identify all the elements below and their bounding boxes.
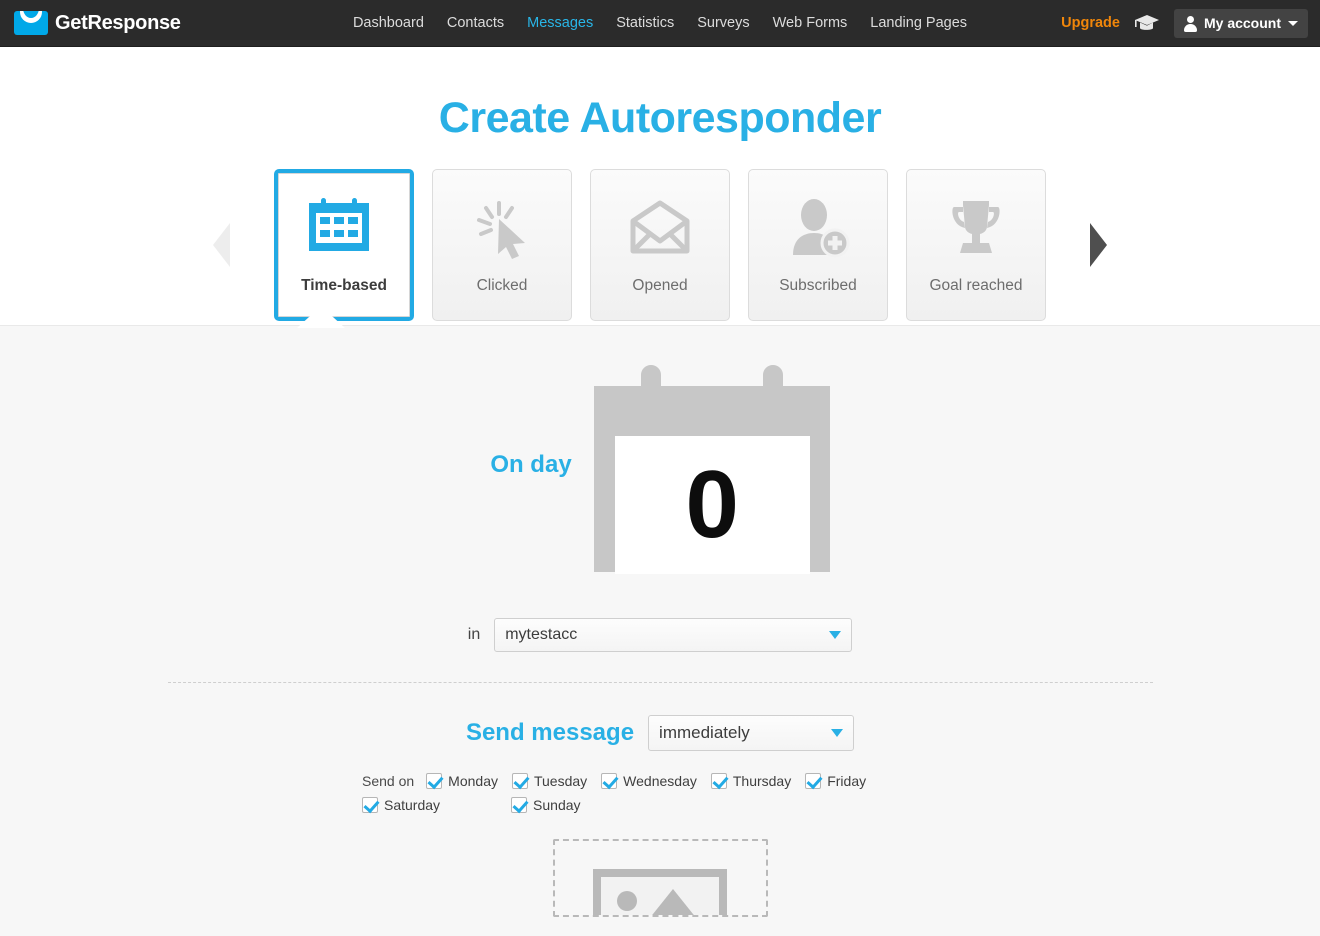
selected-tab-pointer xyxy=(297,306,345,328)
graduation-cap-icon[interactable] xyxy=(1134,12,1160,34)
checkmark-icon xyxy=(710,773,727,789)
nav-item-contacts[interactable]: Contacts xyxy=(447,15,504,31)
checkmark-icon xyxy=(511,773,528,789)
day-label: Thursday xyxy=(732,773,792,789)
checkbox-friday[interactable]: Friday xyxy=(805,769,866,793)
checkmark-icon xyxy=(362,797,378,813)
image-placeholder-icon xyxy=(593,869,727,915)
tab-label: Clicked xyxy=(476,277,528,294)
user-add-icon xyxy=(783,195,853,261)
day-number-value: 0 xyxy=(685,451,739,558)
brand-name: GetResponse xyxy=(55,11,181,34)
day-label: Sunday xyxy=(533,797,581,813)
chevron-down-icon xyxy=(829,631,842,639)
navbar-right-group: Upgrade My account xyxy=(1061,8,1308,38)
user-avatar-icon xyxy=(1183,15,1197,32)
checkbox-saturday[interactable]: Saturday xyxy=(362,793,440,817)
tab-label: Time-based xyxy=(301,277,387,294)
day-label: Wednesday xyxy=(623,773,697,789)
account-select[interactable]: mytestacc xyxy=(494,618,853,652)
day-label: Tuesday xyxy=(533,773,588,789)
nav-item-dashboard[interactable]: Dashboard xyxy=(353,15,424,31)
upgrade-link[interactable]: Upgrade xyxy=(1061,15,1120,31)
my-account-label: My account xyxy=(1203,15,1281,31)
tab-label: Goal reached xyxy=(929,277,1023,294)
checkmark-icon xyxy=(426,773,443,789)
calendar-icon xyxy=(309,195,379,261)
nav-item-landing-pages[interactable]: Landing Pages xyxy=(870,15,967,31)
day-label: Monday xyxy=(448,773,498,789)
brand-logo[interactable]: GetResponse xyxy=(14,11,181,35)
send-message-label: Send message xyxy=(465,719,635,746)
on-day-label: On day xyxy=(490,451,572,478)
checkmark-icon xyxy=(511,797,528,813)
checkbox-sunday[interactable]: Sunday xyxy=(511,793,581,817)
checkbox-thursday[interactable]: Thursday xyxy=(710,769,792,793)
tab-goal-reached[interactable]: Goal reached xyxy=(906,169,1046,321)
chevron-right-icon[interactable] xyxy=(1090,223,1107,267)
tab-time-based[interactable]: Time-based xyxy=(274,169,414,321)
on-day-row: On day 0 xyxy=(0,326,1320,574)
send-on-days-group: Send on Monday Tuesday Wednesday Thursda… xyxy=(350,769,970,817)
account-row: in mytestacc xyxy=(0,618,1320,652)
cursor-click-icon xyxy=(467,195,537,261)
send-timing-select[interactable]: immediately xyxy=(648,715,855,751)
checkmark-icon xyxy=(805,773,822,789)
getresponse-envelope-icon xyxy=(14,11,48,35)
autoresponder-settings-panel: On day 0 in mytestacc Send message immed… xyxy=(0,325,1320,936)
my-account-button[interactable]: My account xyxy=(1173,8,1308,38)
send-message-row: Send message immediately xyxy=(0,715,1320,751)
day-label: Friday xyxy=(827,773,867,789)
checkbox-wednesday[interactable]: Wednesday xyxy=(601,769,697,793)
send-on-label: Send on xyxy=(362,773,415,789)
chevron-down-icon xyxy=(831,729,844,737)
nav-item-web-forms[interactable]: Web Forms xyxy=(773,15,848,31)
day-number-calendar[interactable]: 0 xyxy=(593,358,830,574)
chevron-left-icon[interactable] xyxy=(213,223,230,267)
tab-subscribed[interactable]: Subscribed xyxy=(748,169,888,321)
in-label: in xyxy=(467,626,481,643)
message-image-dropzone[interactable] xyxy=(552,839,768,917)
checkbox-monday[interactable]: Monday xyxy=(426,769,498,793)
open-envelope-icon xyxy=(625,195,695,261)
nav-item-messages[interactable]: Messages xyxy=(527,15,593,31)
checkmark-icon xyxy=(601,773,618,789)
nav-item-surveys[interactable]: Surveys xyxy=(697,15,749,31)
tab-clicked[interactable]: Clicked xyxy=(432,169,572,321)
tab-label: Opened xyxy=(632,277,688,294)
tab-label: Subscribed xyxy=(779,277,857,294)
nav-item-statistics[interactable]: Statistics xyxy=(616,15,674,31)
autoresponder-type-tabs: Time-based Clicked Opened Subscribed Goa… xyxy=(0,165,1320,325)
section-divider xyxy=(167,682,1153,683)
account-select-value: mytestacc xyxy=(505,626,578,643)
day-label: Saturday xyxy=(384,797,441,813)
page-title: Create Autoresponder xyxy=(438,94,882,142)
main-navigation: Dashboard Contacts Messages Statistics S… xyxy=(353,15,967,31)
chevron-down-icon xyxy=(1288,20,1298,26)
checkbox-tuesday[interactable]: Tuesday xyxy=(511,769,588,793)
trophy-icon xyxy=(941,195,1011,261)
send-timing-value: immediately xyxy=(659,723,750,742)
top-navbar: GetResponse Dashboard Contacts Messages … xyxy=(0,0,1320,47)
tab-opened[interactable]: Opened xyxy=(590,169,730,321)
